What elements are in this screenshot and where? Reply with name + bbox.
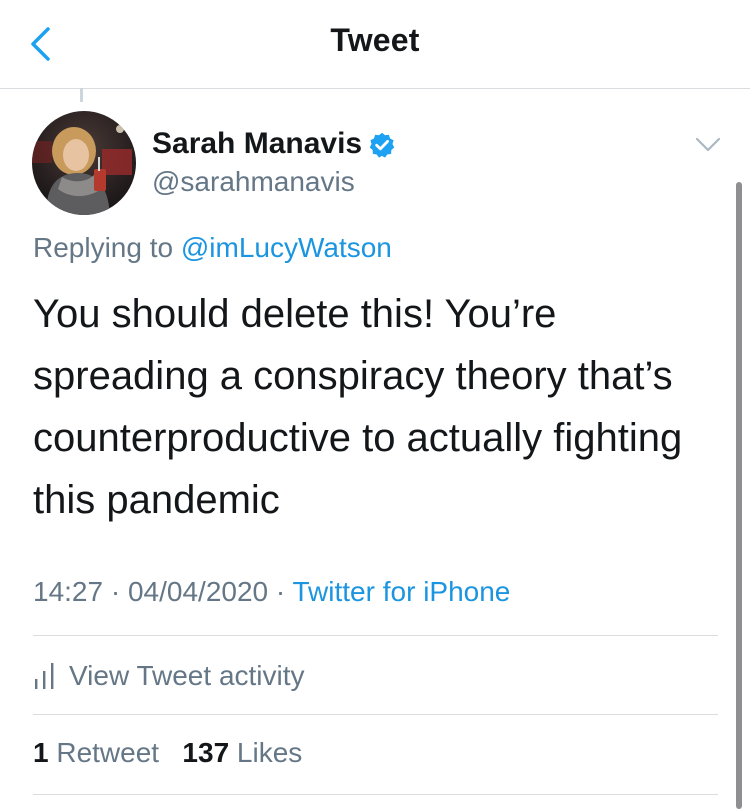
- replying-prefix: Replying to: [33, 232, 174, 263]
- avatar[interactable]: [32, 111, 136, 215]
- thread-connector: [80, 88, 83, 102]
- tweet-text: You should delete this! You’re spreading…: [33, 292, 683, 522]
- profile-photo: [32, 111, 136, 215]
- author-handle[interactable]: @sarahmanavis: [152, 166, 355, 198]
- tweet-time: 14:27: [33, 576, 104, 607]
- divider: [33, 714, 718, 715]
- divider: [33, 635, 718, 636]
- tweet-date: 04/04/2020: [127, 576, 269, 607]
- view-tweet-activity-button[interactable]: View Tweet activity: [33, 656, 305, 696]
- navigation-header: Tweet: [0, 0, 750, 89]
- replying-to: Replying to @imLucyWatson: [33, 232, 392, 264]
- tweet-meta: 14:27 · 04/04/2020 · Twitter for iPhone: [33, 576, 510, 608]
- bar-chart-icon: [35, 663, 54, 689]
- meta-separator: ·: [110, 576, 121, 607]
- meta-separator: ·: [275, 576, 286, 607]
- author-name[interactable]: Sarah Manavis: [152, 127, 362, 161]
- scrollbar[interactable]: [736, 182, 742, 809]
- retweets-stat[interactable]: 1 Retweet: [33, 737, 159, 768]
- likes-label: Likes: [236, 737, 303, 768]
- activity-label: View Tweet activity: [69, 660, 305, 691]
- tweet-source-link[interactable]: Twitter for iPhone: [293, 576, 511, 607]
- mention-link[interactable]: @imLucyWatson: [181, 232, 392, 263]
- retweets-count: 1: [33, 737, 49, 768]
- likes-stat[interactable]: 137 Likes: [182, 737, 302, 768]
- page-title: Tweet: [330, 22, 420, 58]
- divider: [33, 794, 718, 795]
- tweet-stats: 1 Retweet 137 Likes: [33, 737, 302, 769]
- more-options-button[interactable]: [692, 130, 724, 158]
- retweets-label: Retweet: [56, 737, 160, 768]
- likes-count: 137: [182, 737, 230, 768]
- tweet-detail-screen: Tweet Sarah Manavis @sarahmanavis Replyi…: [0, 0, 750, 809]
- verified-badge-icon: [369, 132, 395, 158]
- chevron-down-icon: [695, 137, 721, 152]
